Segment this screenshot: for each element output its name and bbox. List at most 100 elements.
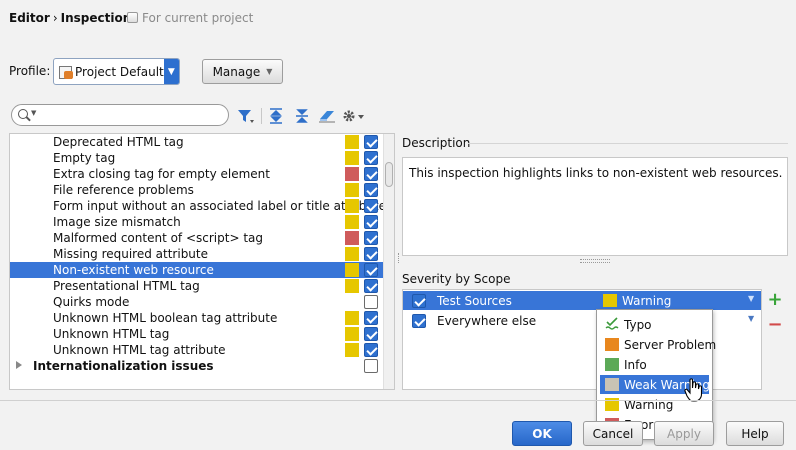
severity-option-label: Info: [624, 358, 647, 372]
eraser-icon[interactable]: [317, 106, 337, 126]
inspection-checkbox[interactable]: [364, 167, 378, 181]
inspection-row[interactable]: Unknown HTML tag attribute: [10, 342, 383, 358]
severity-color-swatch: [345, 183, 359, 197]
inspection-checkbox[interactable]: [364, 151, 378, 165]
group-name: Internationalization issues: [33, 359, 214, 373]
scope-name: Everywhere else: [437, 314, 537, 328]
profile-select[interactable]: Project Default ▼: [53, 58, 180, 85]
inspection-row[interactable]: Malformed content of <script> tag: [10, 230, 383, 246]
chevron-down-icon[interactable]: ▼: [163, 59, 179, 84]
severity-option-typo[interactable]: Typo: [600, 315, 709, 334]
profile-value: Project Default: [75, 64, 164, 79]
inspection-row[interactable]: File reference problems: [10, 182, 383, 198]
severity-color-swatch: [345, 231, 359, 245]
expand-all-icon[interactable]: [266, 106, 286, 126]
inspection-row[interactable]: Missing required attribute: [10, 246, 383, 262]
inspections-tree[interactable]: Deprecated HTML tag Empty tag Extra closin…: [9, 133, 395, 390]
inspection-row[interactable]: Unknown HTML tag: [10, 326, 383, 342]
help-button[interactable]: Help: [726, 421, 784, 446]
inspection-checkbox[interactable]: [364, 231, 378, 245]
scope-checkbox[interactable]: [412, 314, 426, 328]
inspection-row[interactable]: Image size mismatch: [10, 214, 383, 230]
breadcrumb-parent[interactable]: Editor: [9, 11, 50, 25]
inspection-checkbox[interactable]: [364, 247, 378, 261]
dropdown-arrow-icon: ▼: [266, 67, 273, 76]
severity-color-swatch: [345, 343, 359, 357]
inspection-name: Extra closing tag for empty element: [53, 167, 270, 181]
search-box[interactable]: ▼: [11, 104, 229, 126]
apply-button[interactable]: Apply: [654, 421, 714, 446]
description-text: This inspection highlights links to non-…: [409, 166, 783, 180]
severity-value[interactable]: Warning: [622, 294, 671, 308]
expand-arrow-icon[interactable]: [16, 361, 22, 369]
cancel-button[interactable]: Cancel: [583, 421, 643, 446]
inspection-checkbox[interactable]: [364, 327, 378, 341]
inspection-name: Presentational HTML tag: [53, 279, 200, 293]
chevron-down-icon[interactable]: ▼: [748, 294, 754, 303]
scope-row-test-sources[interactable]: Test Sources Warning ▼: [403, 291, 761, 310]
scope-checkbox[interactable]: [412, 294, 426, 308]
inspection-checkbox[interactable]: [364, 135, 378, 149]
inspection-checkbox[interactable]: [364, 279, 378, 293]
group-checkbox[interactable]: [364, 359, 378, 373]
inspection-row[interactable]: Extra closing tag for empty element: [10, 166, 383, 182]
inspection-row[interactable]: Empty tag: [10, 150, 383, 166]
severity-color-swatch: [605, 338, 619, 351]
severity-option-server-problem[interactable]: Server Problem: [600, 335, 716, 354]
inspection-checkbox[interactable]: [364, 295, 378, 309]
tree-scrollbar-thumb[interactable]: [385, 162, 393, 187]
inspection-name: Deprecated HTML tag: [53, 135, 184, 149]
inspection-checkbox[interactable]: [364, 311, 378, 325]
inspection-name: Empty tag: [53, 151, 116, 165]
inspection-name: Malformed content of <script> tag: [53, 231, 264, 245]
severity-option-label: Typo: [624, 318, 652, 332]
inspection-checkbox[interactable]: [364, 199, 378, 213]
inspection-name: Non-existent web resource: [53, 263, 214, 277]
plus-icon[interactable]: +: [766, 291, 784, 309]
severity-color-swatch: [345, 167, 359, 181]
inspection-checkbox[interactable]: [364, 263, 378, 277]
vertical-splitter[interactable]: [397, 133, 400, 390]
project-icon: [127, 12, 138, 23]
inspection-row[interactable]: Quirks mode: [10, 294, 383, 310]
description-heading: Description: [402, 136, 471, 150]
search-history-dropdown-icon[interactable]: ▼: [31, 109, 36, 117]
gear-icon[interactable]: [341, 106, 365, 126]
breadcrumb: Editor › Inspections: [9, 11, 138, 25]
collapse-all-icon[interactable]: [292, 106, 312, 126]
search-input[interactable]: [42, 107, 222, 123]
severity-color-swatch: [345, 279, 359, 293]
inspection-name: Image size mismatch: [53, 215, 181, 229]
breadcrumb-separator: ›: [52, 11, 58, 25]
inspection-checkbox[interactable]: [364, 183, 378, 197]
inspection-row[interactable]: Form input without an associated label o…: [10, 198, 386, 214]
inspection-row[interactable]: Deprecated HTML tag: [10, 134, 383, 150]
typo-icon: [605, 317, 619, 330]
inspection-name: Quirks mode: [53, 295, 130, 309]
severity-color-swatch: [345, 199, 359, 213]
inspection-name: Missing required attribute: [53, 247, 208, 261]
severity-option-info[interactable]: Info: [600, 355, 709, 374]
tree-scrollbar[interactable]: [383, 134, 394, 389]
manage-button[interactable]: Manage ▼: [202, 59, 283, 84]
minus-icon[interactable]: −: [766, 316, 784, 334]
inspection-group-row[interactable]: Internationalization issues: [10, 358, 383, 374]
inspection-name: Unknown HTML tag attribute: [53, 343, 226, 357]
filter-icon[interactable]: [236, 106, 256, 126]
search-icon[interactable]: [18, 109, 28, 119]
severity-color-swatch: [603, 294, 617, 307]
inspection-checkbox[interactable]: [364, 343, 378, 357]
severity-color-swatch: [345, 151, 359, 165]
inspection-checkbox[interactable]: [364, 215, 378, 229]
severity-option-label: Server Problem: [624, 338, 717, 352]
ok-button[interactable]: OK: [512, 421, 572, 446]
inspection-row[interactable]: Non-existent web resource: [10, 262, 383, 278]
footer-divider: [0, 400, 796, 401]
chevron-down-icon[interactable]: ▼: [748, 314, 754, 323]
inspection-row[interactable]: Presentational HTML tag: [10, 278, 383, 294]
inspection-row[interactable]: Unknown HTML boolean tag attribute: [10, 310, 383, 326]
inspection-name: File reference problems: [53, 183, 194, 197]
horizontal-splitter[interactable]: [580, 259, 610, 263]
severity-color-swatch: [345, 327, 359, 341]
severity-color-swatch: [345, 263, 359, 277]
